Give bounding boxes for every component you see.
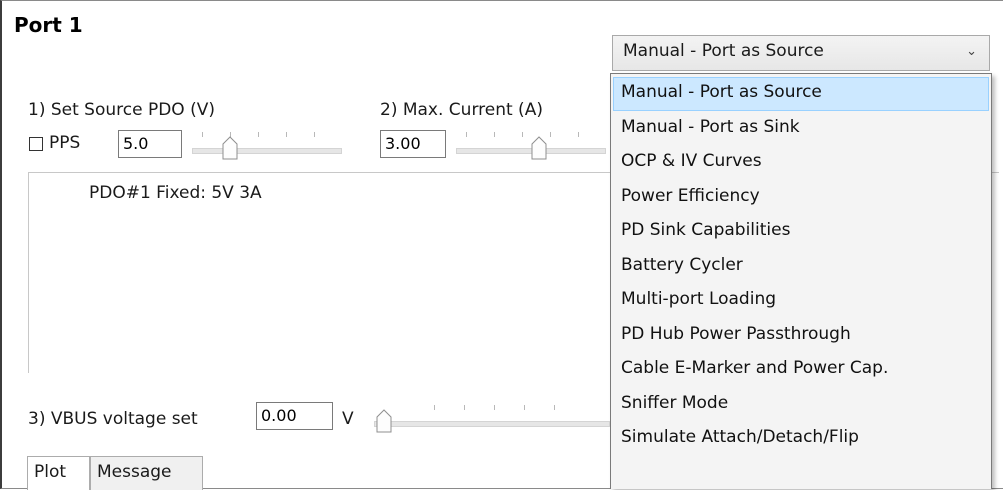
source-pdo-label: 1) Set Source PDO (V) — [28, 100, 215, 120]
mode-select[interactable]: Manual - Port as Source ⌄ — [612, 35, 990, 71]
slider-tick — [466, 132, 467, 137]
dropdown-option-simulate-attach[interactable]: Simulate Attach/Detach/Flip — [613, 422, 989, 456]
slider-tick — [314, 132, 315, 137]
slider-track — [374, 421, 610, 427]
pps-label: PPS — [49, 133, 81, 153]
port-title: Port 1 — [14, 13, 83, 37]
dropdown-option-manual-sink[interactable]: Manual - Port as Sink — [613, 112, 989, 146]
max-current-slider[interactable] — [456, 129, 606, 160]
dropdown-option-sniffer-mode[interactable]: Sniffer Mode — [613, 388, 989, 422]
pps-checkbox[interactable] — [29, 137, 43, 151]
slider-tick — [494, 132, 495, 137]
dropdown-option-manual-source[interactable]: Manual - Port as Source — [613, 77, 989, 111]
slider-thumb[interactable] — [531, 136, 547, 160]
vbus-slider[interactable] — [374, 402, 610, 433]
dropdown-option-multi-port-loading[interactable]: Multi-port Loading — [613, 284, 989, 318]
slider-tick — [202, 132, 203, 137]
slider-track — [192, 148, 342, 154]
dropdown-option-battery-cycler[interactable]: Battery Cycler — [613, 250, 989, 284]
dropdown-option-pd-hub-passthrough[interactable]: PD Hub Power Passthrough — [613, 319, 989, 353]
slider-tick — [286, 132, 287, 137]
slider-thumb[interactable] — [222, 136, 238, 160]
vbus-unit: V — [342, 409, 354, 429]
dropdown-option-pd-sink-capabilities[interactable]: PD Sink Capabilities — [613, 215, 989, 249]
slider-tick — [464, 405, 465, 410]
slider-tick — [258, 132, 259, 137]
source-pdo-input[interactable]: 5.0 — [118, 130, 182, 158]
slider-tick — [550, 132, 551, 137]
tab-plot[interactable]: Plot — [27, 456, 90, 490]
tab-message[interactable]: Message — [90, 456, 203, 490]
slider-tick — [522, 132, 523, 137]
mode-select-value: Manual - Port as Source — [623, 41, 824, 61]
pdo-list-item[interactable]: PDO#1 Fixed: 5V 3A — [89, 183, 262, 203]
slider-tick — [494, 405, 495, 410]
source-pdo-slider[interactable] — [192, 129, 342, 160]
vbus-label: 3) VBUS voltage set — [28, 409, 198, 429]
mode-dropdown: Manual - Port as Source Manual - Port as… — [610, 73, 992, 489]
dropdown-option-ocp-iv[interactable]: OCP & IV Curves — [613, 146, 989, 180]
chevron-down-icon: ⌄ — [966, 44, 977, 59]
slider-tick — [434, 405, 435, 410]
slider-thumb[interactable] — [376, 409, 392, 433]
vbus-input[interactable]: 0.00 — [256, 402, 333, 430]
max-current-input[interactable]: 3.00 — [380, 130, 446, 158]
slider-tick — [578, 132, 579, 137]
slider-tick — [524, 405, 525, 410]
slider-tick — [554, 405, 555, 410]
max-current-label: 2) Max. Current (A) — [380, 100, 543, 120]
dropdown-option-cable-emarker[interactable]: Cable E-Marker and Power Cap. — [613, 353, 989, 387]
dropdown-option-power-efficiency[interactable]: Power Efficiency — [613, 181, 989, 215]
